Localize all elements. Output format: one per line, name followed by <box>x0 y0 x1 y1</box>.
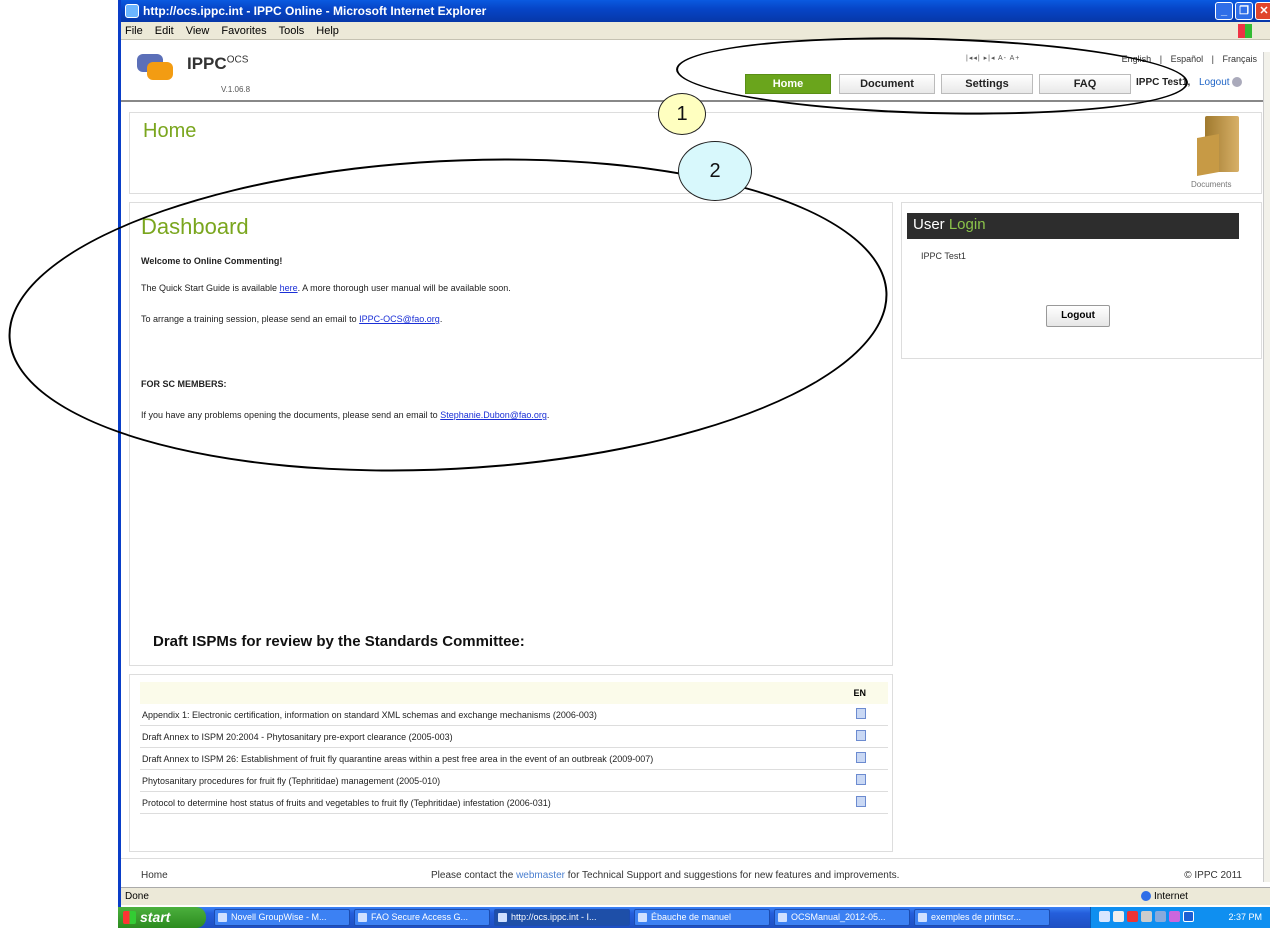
screen: http://ocs.ippc.int - IPPC Online - Micr… <box>0 0 1270 928</box>
printer-tray-icon[interactable] <box>1141 911 1152 922</box>
callout-2: 2 <box>678 141 752 201</box>
status-bar: Done Internet <box>121 887 1270 905</box>
table-row: Draft Annex to ISPM 20:2004 - Phytosanit… <box>140 726 888 748</box>
draft-title: Phytosanitary procedures for fruit fly (… <box>142 776 441 786</box>
table-row: Protocol to determine host status of fru… <box>140 792 888 814</box>
documents-label[interactable]: Documents <box>1191 180 1231 189</box>
system-tray: 2:37 PM <box>1090 907 1270 928</box>
menu-tools[interactable]: Tools <box>279 25 305 37</box>
callout-1: 1 <box>658 93 706 135</box>
menu-view[interactable]: View <box>186 25 210 37</box>
menu-bar: File Edit View Favorites Tools Help <box>121 22 1270 40</box>
table-row: Phytosanitary procedures for fruit fly (… <box>140 770 888 792</box>
logout-icon <box>1231 77 1242 88</box>
window-title: http://ocs.ippc.int - IPPC Online - Micr… <box>143 4 487 18</box>
site-footer: Home Please contact the webmaster for Te… <box>121 858 1266 882</box>
webmaster-link[interactable]: webmaster <box>516 870 565 881</box>
windows-flag-icon <box>123 911 136 924</box>
word-doc-icon[interactable] <box>856 752 866 763</box>
ippc-logo-icon <box>137 54 173 80</box>
task-exemples[interactable]: exemples de printscr... <box>914 909 1050 926</box>
ie-icon <box>125 4 139 18</box>
task-ie[interactable]: http://ocs.ippc.int - I... <box>494 909 630 926</box>
menu-help[interactable]: Help <box>316 25 339 37</box>
menu-edit[interactable]: Edit <box>155 25 174 37</box>
site-logo[interactable]: IPPCOCS <box>187 54 248 74</box>
menu-file[interactable]: File <box>125 25 143 37</box>
tray-icon[interactable] <box>1169 911 1180 922</box>
windows-logo-icon <box>1238 24 1252 38</box>
footer-contact: Please contact the webmaster for Technic… <box>431 870 900 881</box>
logout-button[interactable]: Logout <box>1046 305 1110 327</box>
taskbar: start Novell GroupWise - M... FAO Secure… <box>118 907 1270 928</box>
task-ocsmanual[interactable]: OCSManual_2012-05... <box>774 909 910 926</box>
status-text: Done <box>125 891 149 902</box>
globe-icon <box>1141 891 1151 902</box>
drafts-table: EN Appendix 1: Electronic certification,… <box>140 682 888 814</box>
page-title: Home <box>143 120 197 142</box>
task-ebauche[interactable]: Ébauche de manuel <box>634 909 770 926</box>
lang-espanol[interactable]: Español <box>1171 54 1204 64</box>
tray-icon[interactable] <box>1113 911 1124 922</box>
table-header-en: EN <box>140 682 888 704</box>
vertical-scrollbar[interactable] <box>1263 52 1270 882</box>
header-logout-link[interactable]: Logout <box>1199 77 1242 88</box>
network-tray-icon[interactable] <box>1155 911 1166 922</box>
version-label: V.1.06.8 <box>221 85 251 94</box>
help-tray-icon[interactable] <box>1099 911 1110 922</box>
antivirus-tray-icon[interactable] <box>1127 911 1138 922</box>
minimize-icon[interactable]: _ <box>1215 2 1233 20</box>
drafts-heading: Draft ISPMs for review by the Standards … <box>153 633 525 650</box>
media-tray-icon[interactable] <box>1183 911 1194 922</box>
clock: 2:37 PM <box>1228 912 1262 922</box>
task-fao-secure[interactable]: FAO Secure Access G... <box>354 909 490 926</box>
title-bar[interactable]: http://ocs.ippc.int - IPPC Online - Micr… <box>121 0 1270 22</box>
draft-title: Protocol to determine host status of fru… <box>142 798 551 808</box>
lang-separator: | <box>1211 54 1214 64</box>
table-row: Draft Annex to ISPM 26: Establishment of… <box>140 748 888 770</box>
word-doc-icon[interactable] <box>856 730 866 741</box>
word-doc-icon[interactable] <box>856 796 866 807</box>
draft-title: Draft Annex to ISPM 20:2004 - Phytosanit… <box>142 732 453 742</box>
draft-title: Draft Annex to ISPM 26: Establishment of… <box>142 754 654 764</box>
lang-separator: | <box>1159 54 1163 64</box>
word-doc-icon[interactable] <box>856 774 866 785</box>
menu-favorites[interactable]: Favorites <box>221 25 266 37</box>
login-user-name: IPPC Test1 <box>921 251 966 261</box>
user-login-header: User Login <box>907 213 1239 239</box>
footer-home-link[interactable]: Home <box>141 870 168 881</box>
task-groupwise[interactable]: Novell GroupWise - M... <box>214 909 350 926</box>
start-button[interactable]: start <box>118 907 206 928</box>
maximize-icon[interactable]: ❐ <box>1235 2 1253 20</box>
word-doc-icon[interactable] <box>856 708 866 719</box>
lang-francais[interactable]: Français <box>1222 54 1257 64</box>
copyright: © IPPC 2011 <box>1184 870 1242 881</box>
security-zone: Internet <box>1141 891 1188 902</box>
draft-title: Appendix 1: Electronic certification, in… <box>142 710 597 720</box>
close-icon[interactable]: ✕ <box>1255 2 1270 20</box>
documents-folder-icon[interactable] <box>1197 116 1245 176</box>
table-row: Appendix 1: Electronic certification, in… <box>140 704 888 726</box>
